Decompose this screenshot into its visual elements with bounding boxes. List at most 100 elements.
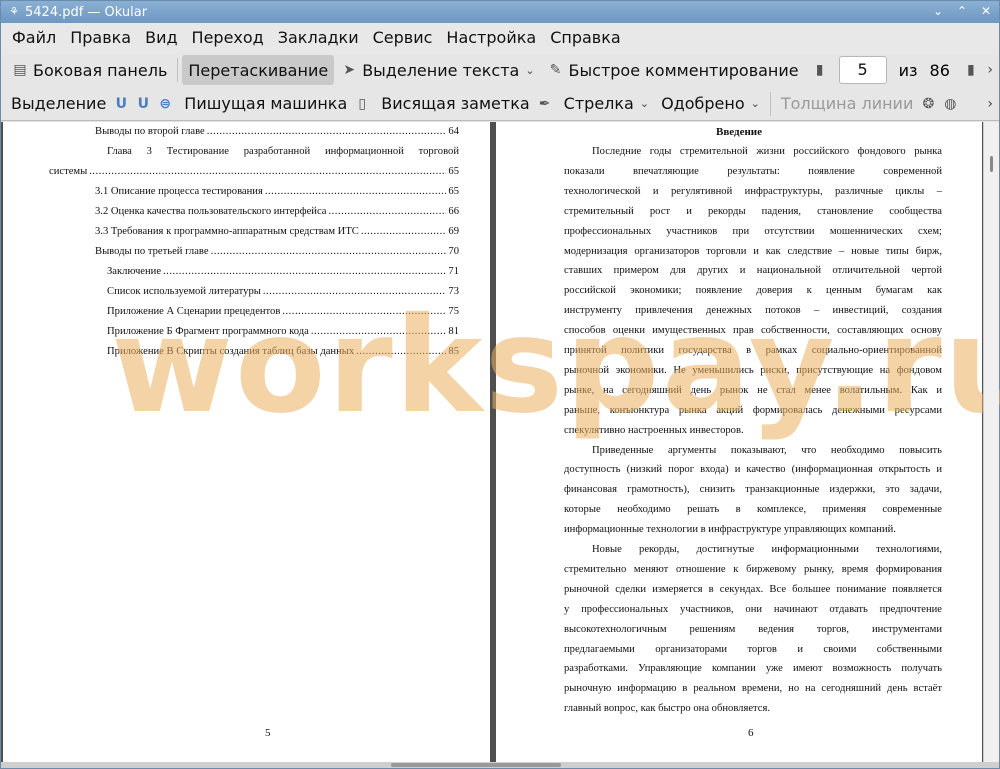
close-icon[interactable]: ✕ bbox=[979, 4, 993, 18]
chevron-down-icon[interactable]: ⌄ bbox=[640, 97, 649, 110]
okular-app-icon: ⚘ bbox=[9, 5, 19, 18]
underline-icon[interactable]: U bbox=[112, 95, 130, 113]
color-icon[interactable]: ❂ bbox=[919, 95, 937, 113]
line-width-button[interactable]: Толщина линии bbox=[775, 89, 920, 119]
toc-leader bbox=[207, 126, 447, 137]
toolbar-overflow-icon[interactable]: › bbox=[987, 62, 993, 78]
toc-entry-page: 73 bbox=[448, 286, 459, 297]
text-line: рыночной сделки измеряется в секундах. В… bbox=[564, 583, 942, 595]
text-line: информационные технологии в инфраструкту… bbox=[564, 524, 896, 536]
menu-go[interactable]: Переход bbox=[185, 23, 271, 53]
toc-leader bbox=[356, 346, 446, 357]
quick-annotations-label: Быстрое комментирование bbox=[568, 60, 799, 80]
toc-leader bbox=[263, 286, 447, 297]
toc-entry-text: Список используемой литературы bbox=[107, 286, 261, 297]
chevron-down-icon[interactable]: ⌄ bbox=[525, 64, 534, 77]
toc-entry-text: 3.2 Оценка качества пользовательского ин… bbox=[95, 206, 327, 217]
text-line: главный вопрос, как быстро она обновляет… bbox=[564, 703, 771, 715]
chevron-down-icon[interactable]: ⌄ bbox=[751, 97, 760, 110]
sidebar-label: Боковая панель bbox=[33, 60, 168, 80]
document-view[interactable]: Выводы по второй главе 64 Глава 3 Тестир… bbox=[1, 122, 999, 762]
toc-entry-page: 81 bbox=[448, 326, 459, 337]
quick-annotations-button[interactable]: ✎ Быстрое комментирование bbox=[541, 55, 805, 85]
menu-file[interactable]: Файл bbox=[5, 23, 63, 53]
toc-entry[interactable]: 3.3 Требования к программно-аппаратным с… bbox=[95, 226, 459, 237]
toc-leader bbox=[361, 226, 447, 237]
typewriter-button[interactable]: Пишущая машинка bbox=[178, 89, 353, 119]
maximize-icon[interactable]: ⌃ bbox=[955, 4, 969, 18]
toolbar-separator bbox=[769, 91, 771, 116]
toc-entry-text: Выводы по второй главе bbox=[95, 126, 205, 137]
menu-bookmarks[interactable]: Закладки bbox=[271, 23, 366, 53]
cursor-icon: ➤ bbox=[343, 62, 356, 78]
title-bar[interactable]: ⚘ 5424.pdf — Okular ⌄ ⌃ ✕ bbox=[1, 1, 999, 23]
browse-tool-button[interactable]: Перетаскивание bbox=[182, 55, 335, 85]
menu-edit[interactable]: Правка bbox=[63, 23, 138, 53]
page-number: 6 bbox=[748, 727, 754, 739]
toolbar-overflow-icon[interactable]: › bbox=[987, 96, 993, 112]
scrollbar-thumb[interactable] bbox=[990, 156, 993, 172]
toc-entry[interactable]: Выводы по второй главе 64 bbox=[95, 126, 459, 137]
page-number: 5 bbox=[265, 727, 271, 739]
text-line: у профессиональных участников, они начин… bbox=[564, 603, 942, 615]
pen-icon: ✎ bbox=[549, 62, 562, 78]
page-of-label: из bbox=[898, 60, 918, 80]
toc-entry[interactable]: Выводы по третьей главе 70 bbox=[95, 246, 459, 257]
next-page-icon[interactable]: ▮ bbox=[962, 61, 980, 79]
toc-entry-page: 71 bbox=[448, 266, 459, 277]
toc-entry-text: Выводы по третьей главе bbox=[95, 246, 209, 257]
text-line: ставших примером для других и национальн… bbox=[564, 265, 942, 277]
menu-tools[interactable]: Сервис bbox=[366, 23, 440, 53]
text-line: рыночной экономики. Не уменьшились риски… bbox=[564, 364, 942, 376]
opacity-icon[interactable]: ◍ bbox=[941, 95, 959, 113]
sidebar-button[interactable]: ▤ Боковая панель bbox=[5, 55, 173, 85]
toc-entry-text[interactable]: Глава 3 Тестирование разработанной инфор… bbox=[107, 146, 459, 157]
toc-entry-text: Приложение А Сценарии прецедентов bbox=[107, 306, 281, 317]
browse-tool-label: Перетаскивание bbox=[188, 60, 329, 80]
text-line: раньше, конъюнктура рынка акций формиров… bbox=[564, 404, 942, 416]
toc-entry-text: Приложение Б Фрагмент программного кода bbox=[107, 326, 309, 337]
page-number-input[interactable]: 5 bbox=[838, 56, 887, 84]
toc-entry[interactable]: системы 65 bbox=[49, 166, 459, 177]
window-controls: ⌄ ⌃ ✕ bbox=[931, 4, 993, 18]
toc-leader bbox=[329, 206, 447, 217]
menu-view[interactable]: Вид bbox=[138, 23, 184, 53]
squiggle-icon[interactable]: U bbox=[134, 95, 152, 113]
pop-up-note-label: Висящая заметка bbox=[381, 94, 530, 113]
arrow-button[interactable]: Стрелка ⌄ bbox=[558, 89, 655, 119]
scrollbar-thumb[interactable] bbox=[391, 763, 561, 767]
stamp-button[interactable]: Одобрено ⌄ bbox=[655, 89, 766, 119]
freehand-icon[interactable]: ✒ bbox=[536, 95, 554, 113]
strikeout-icon[interactable]: ⊜ bbox=[156, 95, 174, 113]
text-line: рынке, на сегодняшний день рынок не стал… bbox=[564, 384, 942, 396]
vertical-scrollbar[interactable] bbox=[983, 122, 999, 762]
text-line: способов оценки имущественных прав собст… bbox=[564, 325, 942, 337]
toc-entry[interactable]: Список используемой литературы 73 bbox=[107, 286, 459, 297]
menu-settings[interactable]: Настройка bbox=[439, 23, 543, 53]
toc-entry[interactable]: Заключение 71 bbox=[107, 266, 459, 277]
text-select-tool-button[interactable]: ➤ Выделение текста ⌄ bbox=[334, 55, 540, 85]
toc-entry[interactable]: Приложение А Сценарии прецедентов 75 bbox=[107, 306, 459, 317]
toc-leader bbox=[282, 306, 446, 317]
horizontal-scrollbar[interactable] bbox=[1, 762, 999, 768]
highlight-button[interactable]: Выделение bbox=[5, 89, 112, 119]
pdf-page-6: Введение Последние годы стремительной жи… bbox=[496, 122, 982, 762]
text-line: которые необходимо решать в комплексе, п… bbox=[564, 504, 942, 516]
text-line: технологической и регулятивной инфрастру… bbox=[564, 185, 942, 197]
previous-page-icon[interactable]: ▮ bbox=[811, 61, 829, 79]
toc-entry-page: 66 bbox=[448, 206, 459, 217]
text-line: разработками. Управляющие компании уже и… bbox=[564, 663, 942, 675]
toc-entry[interactable]: 3.1 Описание процесса тестирования 65 bbox=[95, 186, 459, 197]
window-title: 5424.pdf — Okular bbox=[25, 4, 148, 20]
section-heading: Введение bbox=[715, 126, 763, 138]
menu-help[interactable]: Справка bbox=[543, 23, 628, 53]
pop-up-note-button[interactable]: Висящая заметка bbox=[375, 89, 535, 119]
page-total-label: 86 bbox=[929, 60, 950, 80]
note-icon[interactable]: ▯ bbox=[353, 95, 371, 113]
minimize-icon[interactable]: ⌄ bbox=[931, 4, 945, 18]
text-line: принятой политики государства в рамках с… bbox=[564, 345, 942, 356]
toc-entry[interactable]: Приложение В Скрипты создания таблиц баз… bbox=[107, 346, 459, 357]
toc-entry[interactable]: Приложение Б Фрагмент программного кода … bbox=[107, 326, 459, 337]
toc-entry[interactable]: 3.2 Оценка качества пользовательского ин… bbox=[95, 206, 459, 217]
sidebar-icon: ▤ bbox=[13, 62, 27, 78]
